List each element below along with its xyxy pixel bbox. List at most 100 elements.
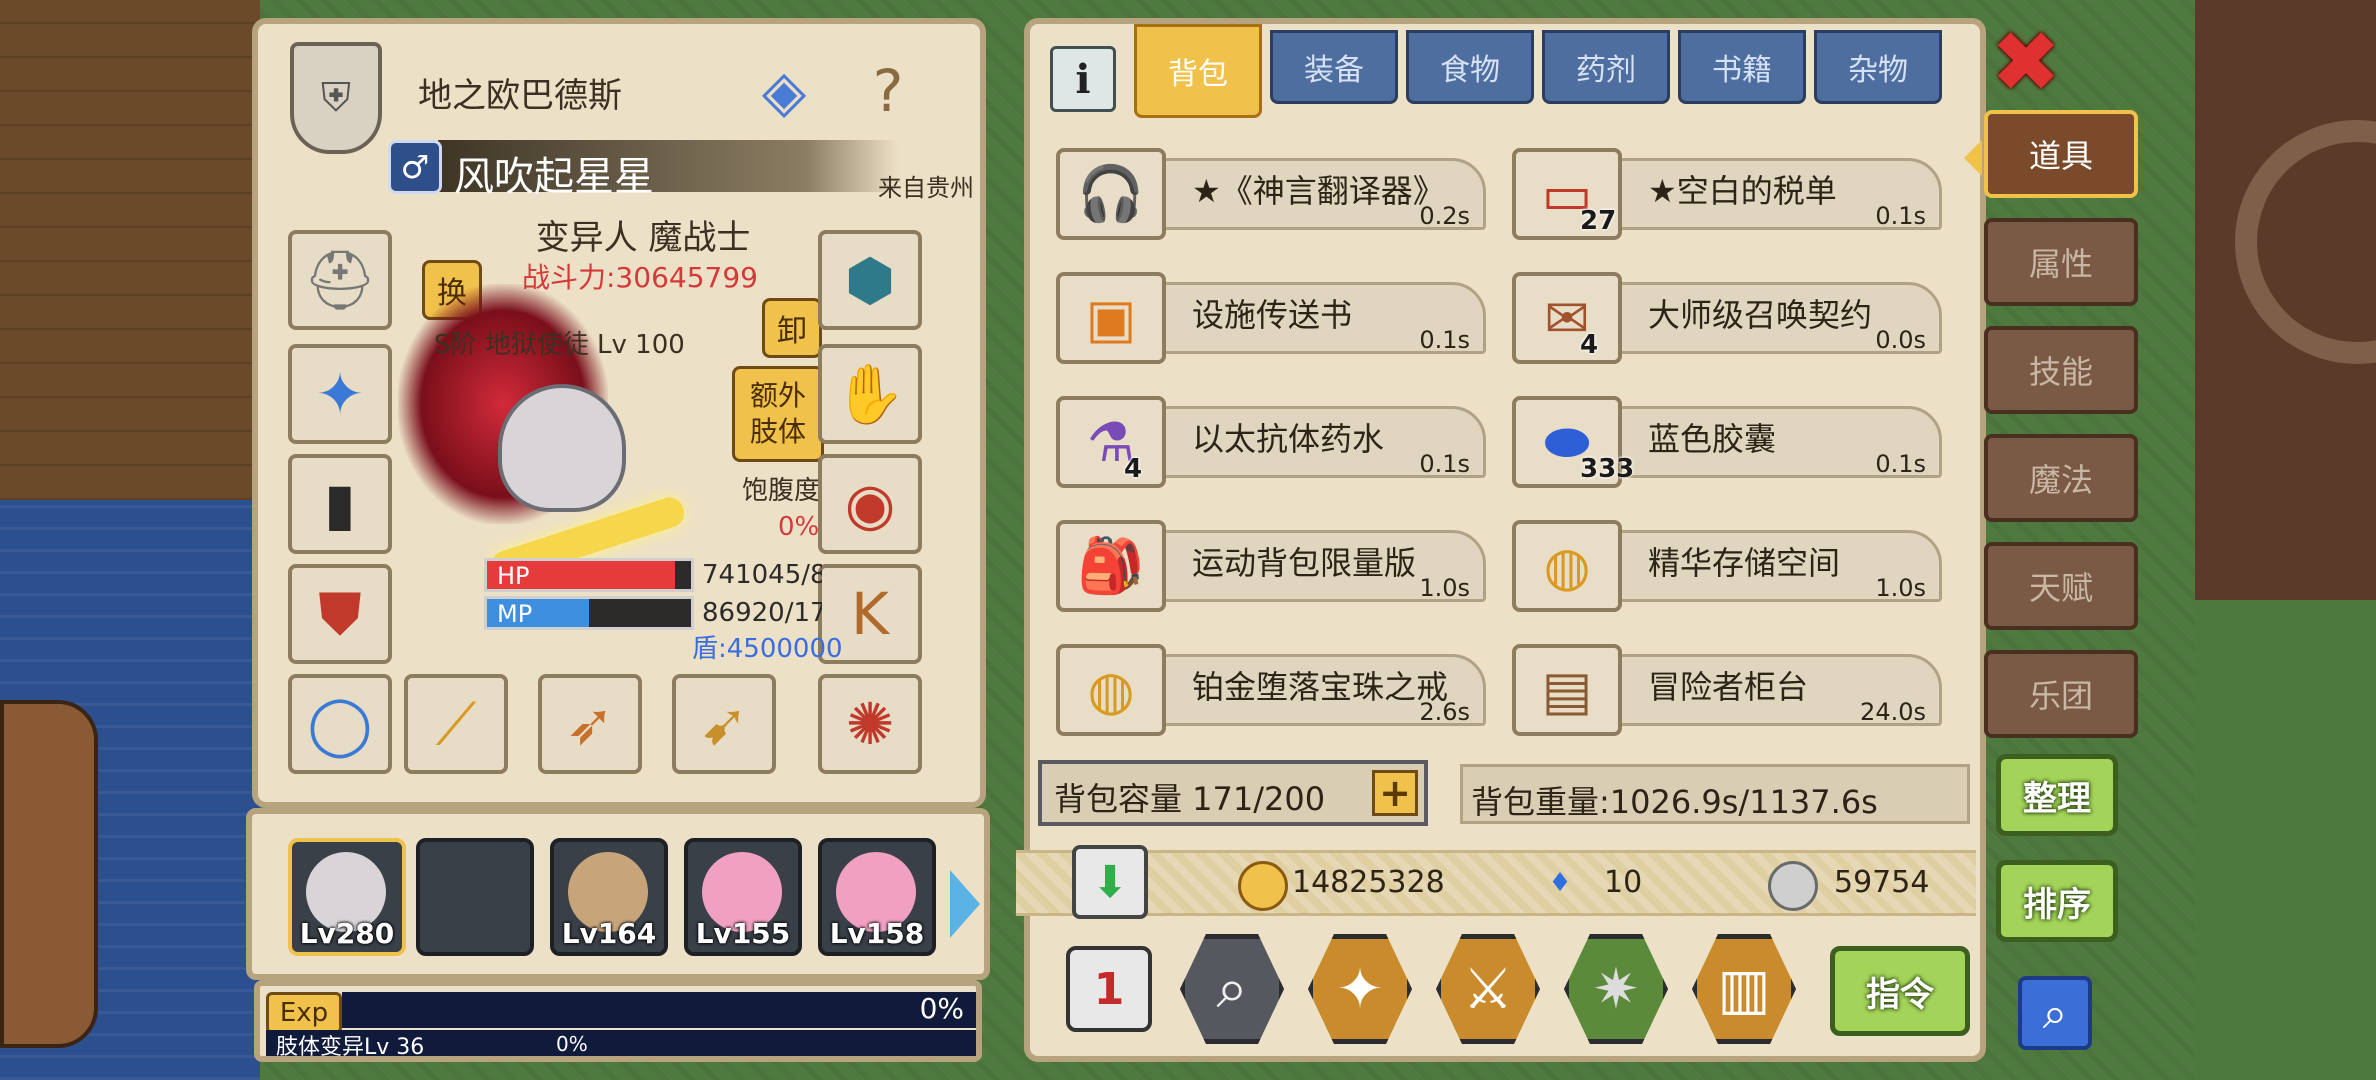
command-button[interactable]: 指令 xyxy=(1830,946,1970,1036)
bag-panel: i 背包 装备 食物 药剂 书籍 杂物 🎧 ★《神言翻译器》 0.2s ▭ 27… xyxy=(1016,18,1986,1062)
hero-sprite xyxy=(498,384,626,512)
close-icon[interactable]: ✖ xyxy=(1990,13,2062,111)
expand-capacity-button[interactable]: + xyxy=(1372,770,1418,816)
gem-ring-icon: ◍ xyxy=(1056,644,1166,736)
water-wheel xyxy=(2195,0,2376,600)
bow-slot[interactable]: ➹ xyxy=(672,674,776,774)
mace-icon[interactable]: ✷ xyxy=(1564,934,1668,1044)
ring-slot[interactable]: ◯ xyxy=(288,674,392,774)
sort-button[interactable]: 排序 xyxy=(1996,860,2118,942)
limb-mutation-value: 0% xyxy=(556,1032,588,1056)
necklace-slot[interactable]: ✦ xyxy=(288,344,392,444)
armor-slot[interactable]: ⛊ xyxy=(288,564,392,664)
item-weight: 2.6s xyxy=(1419,698,1470,726)
boat xyxy=(0,700,98,1048)
contract-icon: ✉ xyxy=(1512,272,1622,364)
blades-icon[interactable]: ⚔ xyxy=(1436,934,1540,1044)
info-button[interactable]: i xyxy=(1050,46,1116,112)
tab-books[interactable]: 书籍 xyxy=(1678,30,1806,104)
class-text: 变异人 魔战士 xyxy=(535,218,751,258)
tab-misc[interactable]: 杂物 xyxy=(1814,30,1942,104)
helmet-slot[interactable]: ⛑ xyxy=(288,230,392,330)
bag-item[interactable]: ⬬ 333 蓝色胶囊 0.1s xyxy=(1512,388,1942,488)
bag-weight: 背包重量:1026.9s/1137.6s xyxy=(1460,764,1970,824)
party-member-4[interactable]: Lv155 xyxy=(684,838,802,956)
rank-button[interactable]: 1 xyxy=(1066,946,1152,1032)
party-member-3[interactable]: Lv164 xyxy=(550,838,668,956)
crystal-icon[interactable]: ◈ xyxy=(734,46,834,136)
character-title: 地之欧巴德斯 xyxy=(418,76,622,116)
member-level: Lv164 xyxy=(561,917,657,950)
shuriken-icon[interactable]: ✦ xyxy=(1308,934,1412,1044)
side-tab-items[interactable]: 道具 xyxy=(1984,110,2138,198)
guild-emblem-icon[interactable]: ⛨ xyxy=(290,42,382,154)
search-lens-icon[interactable]: ⌕ xyxy=(1180,934,1284,1044)
member-level: Lv155 xyxy=(695,917,791,950)
currency-bar: ⬇ 14825328 ♦ 10 59754 xyxy=(1016,845,1976,919)
shield-value: 盾:4500000 xyxy=(692,634,843,664)
party-member-1[interactable]: Lv280 xyxy=(288,838,406,956)
item-name: ★空白的税单 xyxy=(1648,172,1837,210)
tab-backpack[interactable]: 背包 xyxy=(1134,24,1262,118)
item-name: 铂金堕落宝珠之戒 xyxy=(1192,668,1449,706)
weapon-text: S阶 地狱使徒 Lv 100 xyxy=(434,330,685,360)
side-tab-skills[interactable]: 技能 xyxy=(1984,326,2138,414)
mp-label: MP xyxy=(497,600,533,628)
bag-item[interactable]: ◍ 精华存储空间 1.0s xyxy=(1512,512,1942,612)
bag-item[interactable]: 🎒 运动背包限量版 1.0s xyxy=(1056,512,1486,612)
member-level: Lv280 xyxy=(299,917,395,950)
bag-item[interactable]: ▤ 冒险者柜台 24.0s xyxy=(1512,636,1942,736)
bag-capacity: 背包容量 171/200 + xyxy=(1038,760,1428,826)
counter-icon: ▤ xyxy=(1512,644,1622,736)
hp-label: HP xyxy=(497,562,530,590)
side-tab-magic[interactable]: 魔法 xyxy=(1984,434,2138,522)
building-icon[interactable]: ▥ xyxy=(1692,934,1796,1044)
party-strip: Lv280 Lv164 Lv155 Lv158 xyxy=(246,808,990,980)
hp-value: 741045/8005 xyxy=(702,560,822,590)
exp-bar: 0% xyxy=(342,992,976,1028)
bag-item[interactable]: ▣ 设施传送书 0.1s xyxy=(1056,264,1486,364)
item-name: 运动背包限量版 xyxy=(1192,544,1417,582)
accessory-slot[interactable]: ✺ xyxy=(818,674,922,774)
download-icon[interactable]: ⬇ xyxy=(1072,845,1148,919)
party-member-5[interactable]: Lv158 xyxy=(818,838,936,956)
item-quantity: 333 xyxy=(1580,454,1635,484)
item-name: 大师级召唤契约 xyxy=(1648,296,1873,334)
side-tab-talent[interactable]: 天赋 xyxy=(1984,542,2138,630)
gem-slot[interactable]: ⬢ xyxy=(818,230,922,330)
bag-item[interactable]: ▭ 27 ★空白的税单 0.1s xyxy=(1512,140,1942,240)
belt-slot[interactable]: ◉ xyxy=(818,454,922,554)
weapon-slot-2[interactable]: ➶ xyxy=(538,674,642,774)
search-icon[interactable]: ⌕ xyxy=(2018,976,2092,1050)
item-quantity: 27 xyxy=(1580,206,1617,236)
extra-limb-button[interactable]: 额外 肢体 xyxy=(732,366,824,462)
silver-coin-icon xyxy=(1768,861,1818,911)
item-weight: 0.0s xyxy=(1875,326,1926,354)
exp-value: 0% xyxy=(919,992,964,1025)
hanger-icon[interactable]: ? xyxy=(838,46,938,136)
bag-item[interactable]: 🎧 ★《神言翻译器》 0.2s xyxy=(1056,140,1486,240)
character-panel: ⛨ 地之欧巴德斯 ◈ ? ♂ 风吹起星星 来自贵州 变异人 魔战士 战斗力:30… xyxy=(246,18,990,1062)
male-icon: ♂ xyxy=(388,140,442,194)
unequip-button[interactable]: 卸 xyxy=(762,298,822,358)
exp-badge: Exp xyxy=(266,992,342,1034)
tab-equipment[interactable]: 装备 xyxy=(1270,30,1398,104)
diamond-amount: 10 xyxy=(1604,865,1643,900)
bag-item[interactable]: ◍ 铂金堕落宝珠之戒 2.6s xyxy=(1056,636,1486,736)
side-tab-attributes[interactable]: 属性 xyxy=(1984,218,2138,306)
side-tab-band[interactable]: 乐团 xyxy=(1984,650,2138,738)
essence-ring-icon: ◍ xyxy=(1512,520,1622,612)
bag-item[interactable]: ✉ 4 大师级召唤契约 0.0s xyxy=(1512,264,1942,364)
party-next-arrow-icon[interactable] xyxy=(950,870,980,938)
bag-item[interactable]: ⚗ 4 以太抗体药水 0.1s xyxy=(1056,388,1486,488)
member-level: Lv158 xyxy=(829,917,925,950)
party-member-2[interactable] xyxy=(416,838,534,956)
organize-button[interactable]: 整理 xyxy=(1996,754,2118,836)
cloak-slot[interactable]: ▮ xyxy=(288,454,392,554)
tab-food[interactable]: 食物 xyxy=(1406,30,1534,104)
weapon-slot-1[interactable]: ⟋ xyxy=(404,674,508,774)
tab-potion[interactable]: 药剂 xyxy=(1542,30,1670,104)
gold-coin-icon xyxy=(1238,861,1288,911)
gauntlet-slot[interactable]: ✋ xyxy=(818,344,922,444)
satiety-value: 0% xyxy=(778,512,820,542)
